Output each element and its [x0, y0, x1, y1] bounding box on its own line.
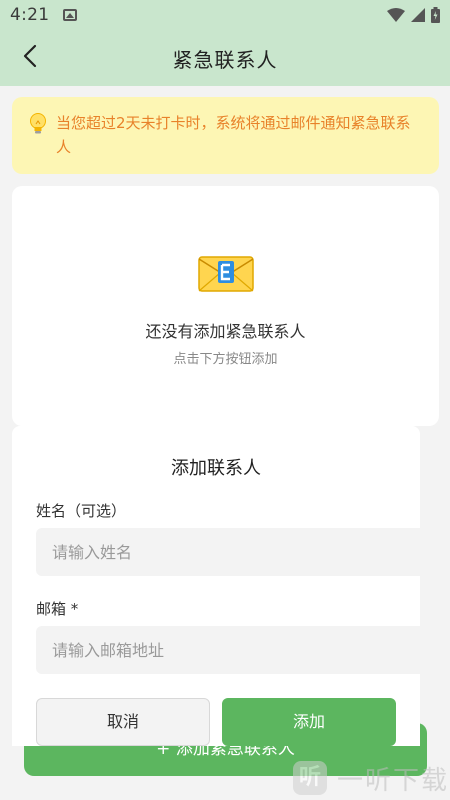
name-input[interactable] — [36, 528, 420, 576]
name-label: 姓名（可选） — [36, 502, 127, 520]
back-arrow-icon — [22, 44, 38, 72]
watermark-text: 一听下载 — [337, 765, 450, 796]
status-bar: 4:21 — [0, 0, 450, 30]
watermark-logo: 听 — [293, 761, 327, 795]
envelope-icon — [198, 254, 254, 294]
email-label: 邮箱 * — [36, 600, 79, 618]
email-input[interactable] — [36, 626, 420, 674]
back-button[interactable] — [10, 38, 50, 78]
notice-text: 当您超过2天未打卡时，系统将通过邮件通知紧急联系人 — [56, 114, 411, 156]
battery-icon — [431, 7, 440, 23]
add-contact-sheet: 添加联系人 姓名（可选） 邮箱 * 取消 添加 — [12, 426, 420, 746]
screen: 4:21 紧急联系人 当您超过2天未打卡时，系统将通过邮件通知紧急联系人 还没有… — [0, 0, 450, 800]
image-icon — [63, 9, 78, 21]
app-bar: 紧急联系人 — [0, 30, 450, 86]
wifi-icon — [387, 8, 405, 22]
sheet-title: 添加联系人 — [171, 458, 261, 479]
page-title: 紧急联系人 — [172, 47, 278, 72]
status-icons — [387, 7, 440, 23]
lightbulb-icon — [28, 112, 48, 174]
empty-state-card: 还没有添加紧急联系人 点击下方按钮添加 — [12, 186, 439, 426]
cancel-button[interactable]: 取消 — [36, 698, 210, 746]
signal-icon — [411, 8, 425, 22]
empty-state-title: 还没有添加紧急联系人 — [145, 322, 306, 341]
status-time: 4:21 — [10, 5, 50, 25]
empty-state-subtitle: 点击下方按钮添加 — [173, 352, 278, 367]
watermark: 听 一听下载 — [293, 758, 449, 798]
confirm-add-button[interactable]: 添加 — [222, 698, 396, 746]
notice-banner: 当您超过2天未打卡时，系统将通过邮件通知紧急联系人 — [12, 97, 439, 174]
